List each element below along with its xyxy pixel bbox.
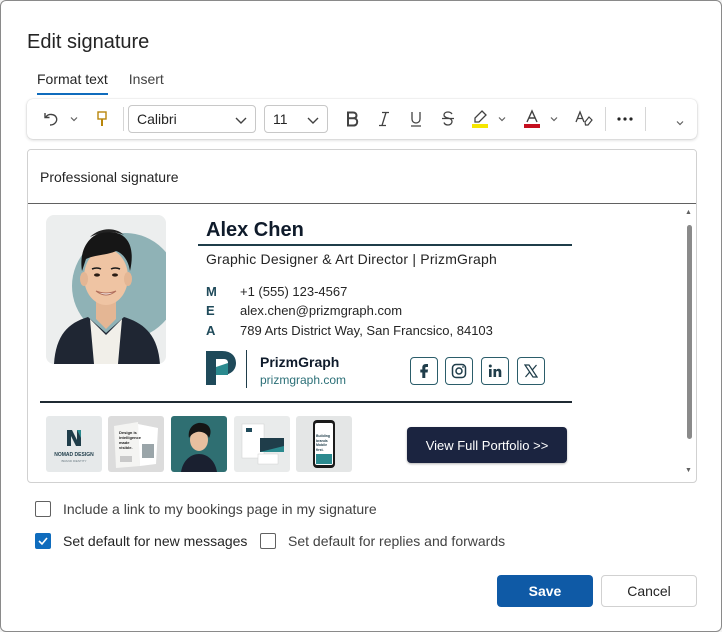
font-color-icon: [524, 109, 540, 128]
name-divider: [198, 244, 572, 246]
highlight-dropdown[interactable]: [495, 99, 509, 139]
contact-label: E: [206, 303, 215, 318]
edit-signature-dialog: Edit signature Format text Insert Calibr…: [0, 0, 722, 632]
x-link[interactable]: [517, 357, 545, 385]
brand-name: PrizmGraph: [260, 354, 340, 370]
italic-button[interactable]: [371, 99, 397, 139]
default-new-checkbox[interactable]: [35, 533, 51, 549]
prizmgraph-logo-icon: [206, 351, 236, 385]
font-color-button[interactable]: [519, 99, 545, 139]
contact-address: A 789 Arts District Way, San Francsico, 8…: [206, 323, 493, 338]
thumbnail-caption: Design is intelligence made visible.: [119, 430, 142, 450]
default-new-option[interactable]: Set default for new messages: [35, 533, 247, 549]
contact-label: M: [206, 284, 217, 299]
signature-divider: [40, 401, 572, 403]
toolbar-separator: [123, 107, 124, 131]
toolbar-separator: [645, 107, 646, 131]
expand-toolbar-button[interactable]: [671, 103, 689, 143]
bookings-link-label: Include a link to my bookings page in my…: [63, 501, 377, 517]
highlight-icon: [472, 110, 488, 128]
strikethrough-icon: [442, 111, 454, 126]
highlight-button[interactable]: [467, 99, 493, 139]
tab-bar: Format text Insert: [37, 71, 185, 95]
signature-body[interactable]: Alex Chen Graphic Designer & Art Directo…: [28, 205, 696, 482]
undo-icon: [44, 113, 58, 126]
signature-name-input[interactable]: [28, 150, 696, 204]
thumbnail-caption: Building brands Mobile first.: [316, 434, 330, 452]
portfolio-thumbnail[interactable]: Building brands Mobile first.: [296, 416, 352, 472]
portfolio-thumbnail[interactable]: [171, 416, 227, 472]
bookings-link-option[interactable]: Include a link to my bookings page in my…: [35, 501, 377, 517]
format-painter-button[interactable]: [91, 99, 113, 139]
scroll-up-arrow-icon[interactable]: ▲: [685, 209, 692, 216]
scrollbar-thumb[interactable]: [687, 225, 692, 439]
more-options-button[interactable]: [611, 99, 639, 139]
chevron-down-icon: [498, 117, 506, 122]
signature-name: Alex Chen: [206, 219, 304, 241]
contact-value: alex.chen@prizmgraph.com: [240, 303, 403, 318]
chevron-down-icon: [70, 117, 78, 122]
default-replies-checkbox[interactable]: [260, 533, 276, 549]
contact-mobile: M +1 (555) 123-4567: [206, 284, 347, 299]
toolbar-separator: [605, 107, 606, 131]
default-new-label: Set default for new messages: [63, 533, 248, 549]
scroll-down-arrow-icon[interactable]: ▼: [685, 467, 692, 474]
font-size-select[interactable]: 11: [264, 105, 328, 133]
facebook-icon: [420, 364, 428, 378]
portfolio-thumbnail[interactable]: Design is intelligence made visible.: [108, 416, 164, 472]
view-portfolio-button[interactable]: View Full Portfolio >>: [407, 427, 567, 463]
chevron-down-icon: [550, 117, 558, 122]
bold-button[interactable]: [339, 99, 365, 139]
tab-format-text[interactable]: Format text: [37, 71, 108, 95]
chevron-down-icon: [235, 117, 247, 124]
contact-label: A: [206, 323, 216, 338]
contact-value: +1 (555) 123-4567: [240, 284, 348, 299]
contact-value: 789 Arts District Way, San Francsico, 84…: [240, 323, 493, 338]
tab-insert[interactable]: Insert: [129, 71, 164, 95]
portfolio-thumbnail[interactable]: [234, 416, 290, 472]
strikethrough-button[interactable]: [435, 99, 461, 139]
formatting-toolbar: Calibri 11: [27, 99, 697, 139]
font-family-select[interactable]: Calibri: [128, 105, 256, 133]
font-size-value: 11: [273, 111, 288, 127]
underline-icon: [411, 112, 421, 127]
clear-formatting-button[interactable]: [571, 99, 597, 139]
portfolio-thumbnail[interactable]: NOMAD DESIGN BRAND IDENTITY: [46, 416, 102, 472]
undo-dropdown[interactable]: [67, 99, 81, 139]
thumbnail-title: NOMAD DESIGN: [54, 452, 94, 458]
x-icon: [524, 364, 538, 378]
brand-divider: [246, 350, 247, 388]
default-replies-label: Set default for replies and forwards: [288, 533, 506, 549]
font-color-dropdown[interactable]: [547, 99, 561, 139]
instagram-link[interactable]: [445, 357, 473, 385]
default-replies-option[interactable]: Set default for replies and forwards: [260, 533, 505, 549]
profile-photo: [46, 215, 166, 364]
bookings-link-checkbox[interactable]: [35, 501, 51, 517]
signature-editor: Alex Chen Graphic Designer & Art Directo…: [27, 149, 697, 483]
checkmark-icon: [38, 537, 48, 546]
chevron-down-icon: [676, 121, 684, 126]
clear-formatting-icon: [575, 110, 593, 126]
format-painter-icon: [97, 111, 107, 126]
underline-button[interactable]: [403, 99, 429, 139]
bold-icon: [347, 111, 359, 127]
thumbnail-subtitle: BRAND IDENTITY: [61, 459, 87, 463]
more-options-icon: [617, 117, 633, 121]
facebook-link[interactable]: [410, 357, 438, 385]
save-button[interactable]: Save: [497, 575, 593, 607]
linkedin-icon: [488, 364, 502, 377]
cancel-button[interactable]: Cancel: [601, 575, 697, 607]
chevron-down-icon: [307, 117, 319, 124]
italic-icon: [379, 111, 389, 127]
contact-email: Ealex.chen@prizmgraph.com: [206, 303, 402, 318]
dialog-title: Edit signature: [27, 31, 150, 53]
undo-button[interactable]: [39, 99, 63, 139]
signature-role: Graphic Designer & Art Director | PrizmG…: [206, 251, 497, 267]
instagram-icon: [451, 363, 467, 379]
brand-url[interactable]: prizmgraph.com: [260, 373, 346, 387]
linkedin-link[interactable]: [481, 357, 509, 385]
font-family-value: Calibri: [137, 111, 177, 127]
editor-scrollbar[interactable]: ▲ ▼: [682, 205, 696, 482]
